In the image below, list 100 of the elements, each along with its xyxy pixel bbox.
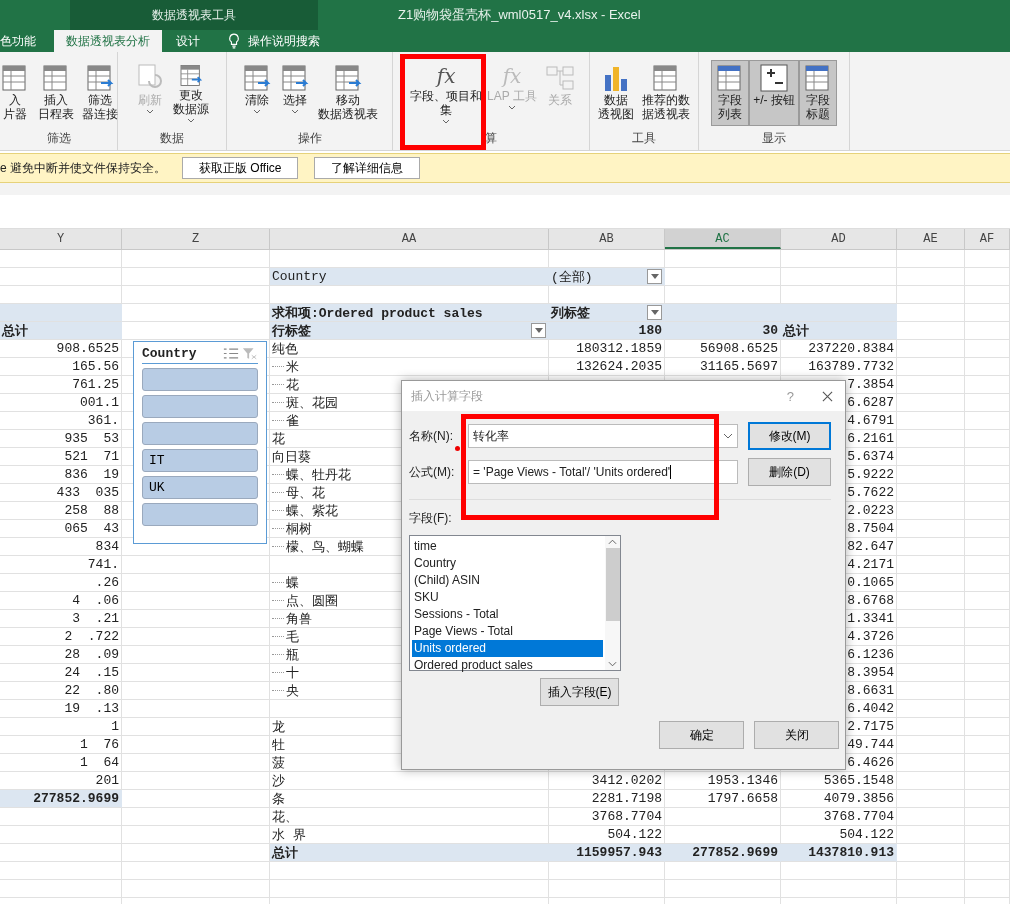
clear-filter-icon[interactable] — [242, 347, 258, 360]
tree-line — [272, 636, 284, 637]
message-button[interactable]: 获取正版 Office — [182, 157, 299, 179]
ribbon-button[interactable]: 字段 标题 — [798, 60, 837, 126]
table-cell — [965, 880, 1010, 898]
slicer-item[interactable] — [142, 368, 258, 391]
grand-total-cell: 277852.9699 — [665, 844, 781, 862]
column-header[interactable]: AE — [897, 229, 965, 249]
slicer-item[interactable] — [142, 422, 258, 445]
table-cell — [897, 790, 965, 808]
insert-field-button[interactable]: 插入字段(E) — [540, 678, 619, 706]
caret-icon — [146, 109, 154, 114]
relationship-icon — [544, 63, 575, 93]
slicer-item[interactable]: IT — [142, 449, 258, 472]
ribbon-button[interactable]: 选择 — [275, 60, 314, 126]
table-cell: 4 .06 — [0, 592, 122, 610]
ribbon-button[interactable]: 清除 — [237, 60, 276, 126]
multi-select-icon[interactable] — [223, 347, 239, 360]
table-cell: 1 — [0, 718, 122, 736]
ribbon-button[interactable]: 字段 列表 — [711, 60, 750, 126]
ribbon-button[interactable]: 更改 数据源 — [169, 60, 213, 126]
filter-dropdown-button[interactable] — [531, 323, 546, 338]
table-cell — [897, 592, 965, 610]
tree-line — [272, 618, 284, 619]
scroll-up-icon[interactable] — [608, 539, 617, 545]
scroll-down-icon[interactable] — [608, 661, 617, 667]
filter-dropdown-button[interactable] — [647, 269, 662, 284]
column-header[interactable]: AC — [665, 229, 781, 249]
modify-button[interactable]: 修改(M) — [748, 422, 831, 450]
slicer-item[interactable] — [142, 503, 258, 526]
slicer-item[interactable]: UK — [142, 476, 258, 499]
list-item[interactable]: Page Views - Total — [412, 623, 603, 640]
column-header[interactable]: AF — [965, 229, 1010, 249]
row-label: 点、圆圈 — [286, 592, 338, 609]
delete-button[interactable]: 删除(D) — [748, 458, 831, 486]
table-cell: 22 .80 — [0, 682, 122, 700]
group-label: 工具 — [632, 130, 656, 147]
ribbon-button[interactable]: 数据 透视图 — [594, 60, 638, 126]
tree-line — [272, 546, 284, 547]
caret-icon — [442, 119, 451, 124]
column-header[interactable]: Y — [0, 229, 122, 249]
table-cell: 165.56 — [0, 358, 122, 376]
table-cell: 56908.6525 — [665, 340, 781, 358]
table-cell: 237220.8384 — [781, 340, 897, 358]
table-cell: 180312.1859 — [549, 340, 665, 358]
dialog-button[interactable]: 关闭 — [754, 721, 839, 749]
table-cell — [897, 448, 965, 466]
slicer-item[interactable] — [142, 395, 258, 418]
column-header[interactable]: Z — [122, 229, 270, 249]
marker-dot — [455, 446, 460, 451]
total-header: 总计 — [0, 322, 122, 340]
list-item[interactable]: Country — [412, 555, 603, 572]
row-label: 纯色 — [270, 340, 549, 358]
table-icon — [241, 63, 272, 93]
list-item[interactable]: Units ordered — [412, 640, 603, 657]
tree-line — [272, 582, 284, 583]
table-cell — [897, 376, 965, 394]
table-cell: 521 71 — [0, 448, 122, 466]
table-cell: 24 .15 — [0, 664, 122, 682]
tree-line — [272, 402, 284, 403]
column-header[interactable]: AA — [270, 229, 549, 249]
ribbon-button[interactable]: 移动 数据透视表 — [313, 60, 382, 126]
ribbon-button[interactable]: 插入 日程表 — [33, 60, 78, 126]
column-header: 180 — [549, 322, 665, 340]
ribbon-tab[interactable]: 数据透视表分析 — [54, 30, 162, 52]
ribbon-button[interactable]: 筛选 器连接 — [77, 60, 122, 126]
list-item[interactable]: time — [412, 538, 603, 555]
table-cell: 001.1 — [0, 394, 122, 412]
scrollbar[interactable] — [605, 536, 620, 670]
table-cell — [965, 286, 1010, 304]
message-button[interactable]: 了解详细信息 — [314, 157, 421, 179]
table-cell — [897, 538, 965, 556]
ribbon-tab[interactable]: 色功能 — [0, 30, 44, 52]
name-field[interactable]: 转化率 — [468, 424, 738, 448]
formula-field[interactable]: = 'Page Views - Total'/ 'Units ordered' — [468, 460, 738, 484]
ribbon-tab[interactable]: 设计 — [164, 30, 212, 52]
row-label: 花 — [286, 376, 299, 393]
ribbon-button[interactable]: +/- 按钮 — [749, 60, 799, 126]
function-icon: fx — [502, 63, 522, 89]
list-item[interactable]: Ordered product sales — [412, 657, 603, 674]
table-cell — [965, 376, 1010, 394]
ribbon-button[interactable]: 入 片器 — [0, 60, 34, 126]
tell-me-search[interactable]: 操作说明搜索 — [248, 30, 320, 52]
plus-minus-icon — [759, 63, 789, 93]
list-item[interactable]: SKU — [412, 589, 603, 606]
caret-icon — [290, 109, 299, 114]
list-item[interactable]: (Child) ASIN — [412, 572, 603, 589]
list-item[interactable]: Sessions - Total — [412, 606, 603, 623]
table-cell — [965, 826, 1010, 844]
grand-total-label: 总计 — [270, 844, 549, 862]
close-icon[interactable] — [822, 390, 833, 402]
dialog-button[interactable]: 确定 — [659, 721, 744, 749]
table-cell: 3768.7704 — [781, 808, 897, 826]
column-header[interactable]: AD — [781, 229, 897, 249]
filter-dropdown-button[interactable] — [647, 305, 662, 320]
fields-list[interactable]: time Country (Child) ASIN SKU Sessions - Total Page Views - Total Units ordered Ordered product sales — [409, 535, 621, 671]
ribbon-button[interactable]: fx 字段、项目和 集 — [409, 60, 484, 126]
ribbon-button[interactable]: 推荐的数 据透视表 — [638, 60, 694, 126]
table-cell — [897, 808, 965, 826]
grand-total-cell: 1159957.943 — [549, 844, 665, 862]
